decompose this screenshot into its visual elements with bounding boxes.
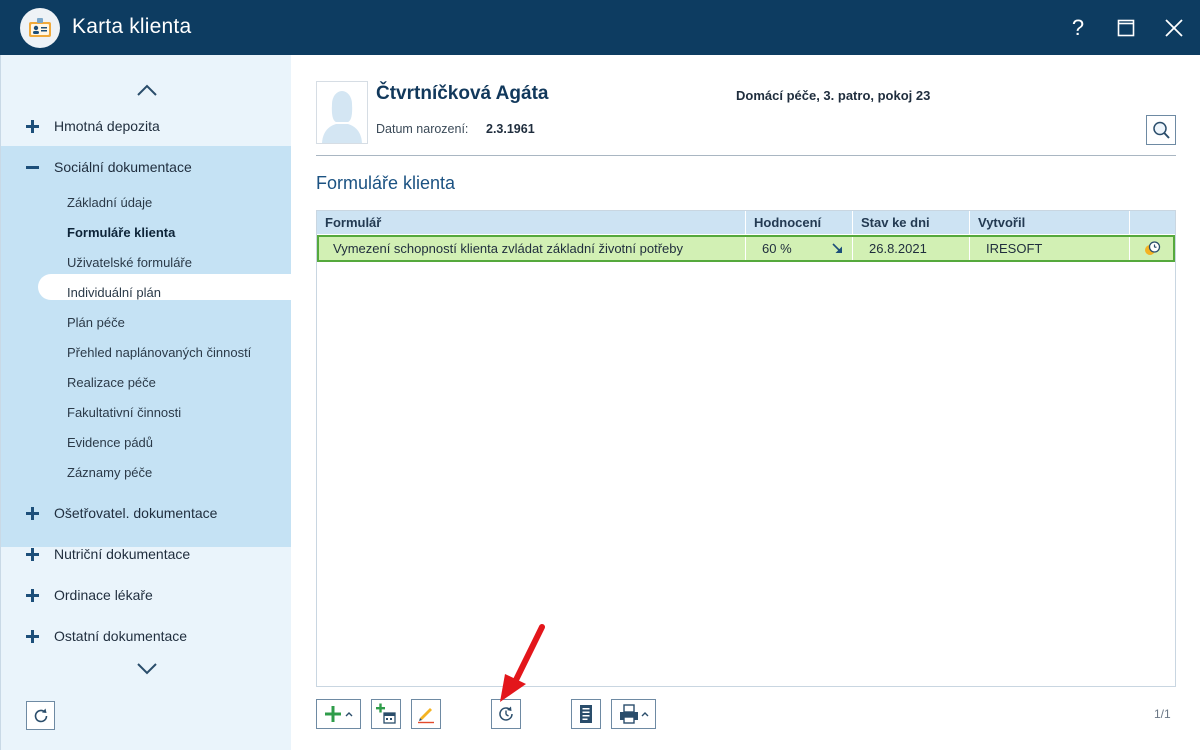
annotation-arrow-icon xyxy=(500,624,545,702)
sidebar-section-label: Sociální dokumentace xyxy=(54,159,192,175)
pencil-icon xyxy=(418,708,434,724)
minus-icon xyxy=(26,160,40,174)
column-header-status xyxy=(1130,211,1175,234)
plus-icon xyxy=(26,119,40,133)
sidebar-section-nutricni-dokumentace[interactable]: Nutriční dokumentace xyxy=(1,536,291,572)
help-icon: ? xyxy=(1071,15,1085,40)
add-icon xyxy=(324,706,341,722)
cell-date: 26.8.2021 xyxy=(853,237,970,260)
sidebar-item-evidence-padu[interactable]: Evidence pádů xyxy=(67,429,153,455)
maximize-button[interactable] xyxy=(1108,10,1144,46)
sidebar-section-label: Hmotná depozita xyxy=(54,118,160,134)
sidebar-item-zaznamy-pece[interactable]: Záznamy péče xyxy=(67,459,152,485)
scroll-up-button[interactable] xyxy=(132,78,162,102)
search-icon xyxy=(1153,121,1170,139)
sidebar-section-ordinace-lekare[interactable]: Ordinace lékaře xyxy=(1,577,291,613)
refresh-icon xyxy=(34,708,47,722)
caret-up-icon xyxy=(641,712,648,717)
edit-form-button[interactable] xyxy=(411,699,441,729)
client-name: Čtvrtníčková Agáta xyxy=(376,83,549,104)
sidebar-item-individualni-plan[interactable]: Individuální plán xyxy=(67,279,161,305)
close-icon xyxy=(1165,19,1183,37)
cell-rating: 60 % xyxy=(746,237,853,260)
table-row[interactable]: Vymezení schopností klienta zvládat zákl… xyxy=(317,235,1175,262)
document-icon xyxy=(580,705,592,723)
document-button[interactable] xyxy=(571,699,601,729)
close-button[interactable] xyxy=(1156,10,1192,46)
sidebar-item-fakultativni-cinnosti[interactable]: Fakultativní činnosti xyxy=(67,399,181,425)
caret-up-icon xyxy=(345,712,352,717)
client-photo xyxy=(316,81,368,144)
plus-icon xyxy=(26,588,40,602)
column-header-date[interactable]: Stav ke dni xyxy=(853,211,970,234)
window-title: Karta klienta xyxy=(72,15,192,38)
sidebar-item-formulare-klienta[interactable]: Formuláře klienta xyxy=(67,219,175,245)
reminder-clock-icon xyxy=(1144,240,1160,255)
sidebar-section-label: Ošetřovatel. dokumentace xyxy=(54,505,218,521)
printer-icon xyxy=(619,704,638,724)
birth-date-label: Datum narození: xyxy=(376,122,469,136)
chevron-down-icon xyxy=(137,663,157,675)
sidebar-section-hmotna-depozita[interactable]: Hmotná depozita xyxy=(1,108,291,144)
client-card-icon xyxy=(20,8,60,48)
column-header-author[interactable]: Vytvořil xyxy=(970,211,1130,234)
history-clock-icon xyxy=(499,706,513,721)
sidebar-section-label: Ordinace lékaře xyxy=(54,587,153,603)
plus-icon xyxy=(26,629,40,643)
sidebar-section-ostatni-dokumentace[interactable]: Ostatní dokumentace xyxy=(1,618,291,654)
print-button[interactable] xyxy=(611,699,656,729)
arrow-down-right-icon xyxy=(832,243,842,253)
add-dated-form-button[interactable] xyxy=(371,699,401,729)
rating-value: 60 % xyxy=(762,241,792,256)
birth-date-value: 2.3.1961 xyxy=(486,122,535,136)
sidebar-item-zakladni-udaje[interactable]: Základní údaje xyxy=(67,189,152,215)
person-silhouette-icon xyxy=(322,91,362,143)
plus-icon xyxy=(26,547,40,561)
navigation-sidebar: Hmotná depozita Sociální dokumentace Zák… xyxy=(0,55,292,750)
header-divider xyxy=(316,155,1176,156)
plus-icon xyxy=(26,506,40,520)
add-calendar-icon xyxy=(376,703,396,724)
add-form-button[interactable] xyxy=(316,699,361,729)
page-counter: 1/1 xyxy=(1154,707,1171,721)
sidebar-item-plan-pece[interactable]: Plán péče xyxy=(67,309,125,335)
page-title: Formuláře klienta xyxy=(316,173,456,193)
table-header: Formulář Hodnocení Stav ke dni Vytvořil xyxy=(317,211,1175,234)
refresh-button[interactable] xyxy=(26,701,55,730)
cell-author: IRESOFT xyxy=(970,237,1130,260)
sidebar-section-label: Nutriční dokumentace xyxy=(54,546,191,562)
sidebar-section-osetrovatel-dokumentace[interactable]: Ošetřovatel. dokumentace xyxy=(1,495,291,531)
help-button[interactable]: ? xyxy=(1060,10,1096,46)
sidebar-item-uzivatelske-formulare[interactable]: Uživatelské formuláře xyxy=(67,249,192,275)
sidebar-item-realizace-pece[interactable]: Realizace péče xyxy=(67,369,156,395)
sidebar-section-socialni-dokumentace[interactable]: Sociální dokumentace xyxy=(1,149,291,185)
client-search-button[interactable] xyxy=(1146,115,1176,145)
sidebar-item-prehled-cinnosti[interactable]: Přehled naplánovaných činností xyxy=(67,339,251,365)
sidebar-section-label: Ostatní dokumentace xyxy=(54,628,188,644)
maximize-icon xyxy=(1117,19,1135,37)
column-header-form[interactable]: Formulář xyxy=(317,211,746,234)
cell-status[interactable] xyxy=(1130,237,1173,260)
column-header-rating[interactable]: Hodnocení xyxy=(746,211,853,234)
cell-form-name: Vymezení schopností klienta zvládat zákl… xyxy=(319,237,746,260)
forms-table: Formulář Hodnocení Stav ke dni Vytvořil … xyxy=(316,210,1176,687)
scroll-down-button[interactable] xyxy=(132,657,162,681)
chevron-up-icon xyxy=(137,84,157,96)
client-location: Domácí péče, 3. patro, pokoj 23 xyxy=(736,88,931,103)
title-bar: Karta klienta ? xyxy=(0,0,1200,55)
